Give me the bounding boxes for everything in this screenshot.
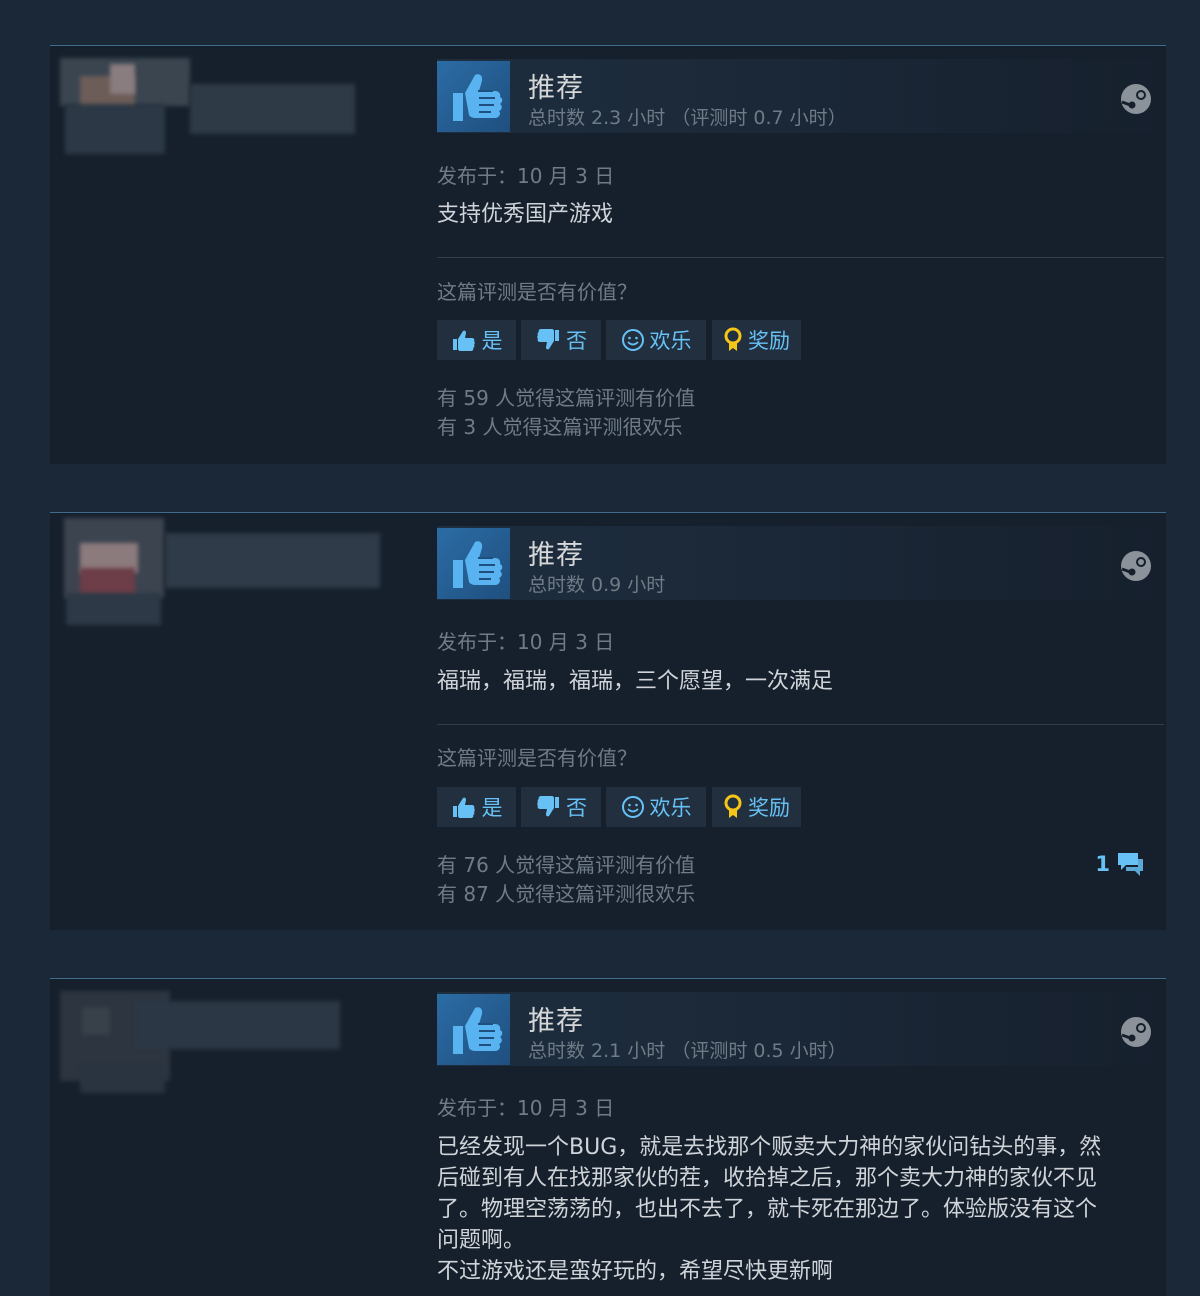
review-content: 已经发现一个BUG，就是去找那个贩卖大力神的家伙问钻头的事，然 后碰到有人在找那… (437, 1132, 1157, 1287)
comment-count-link[interactable]: 1 (1095, 849, 1146, 879)
smiley-icon (621, 329, 644, 351)
playtime: 总时数 2.3 小时 （评测时 0.7 小时） (528, 107, 847, 129)
review-content-line: 问题啊。 (437, 1228, 526, 1253)
vote-yes-label: 是 (481, 796, 503, 820)
avatar-username-pixelated[interactable] (50, 979, 410, 1109)
vote-stats: 有 59 人觉得这篇评测有价值 有 3 人觉得这篇评测很欢乐 (437, 384, 695, 442)
avatar-username-pixelated[interactable] (50, 513, 410, 643)
comment-count: 1 (1095, 852, 1110, 876)
award-label: 奖励 (748, 329, 790, 353)
award-icon (724, 327, 742, 351)
vote-no-label: 否 (566, 796, 587, 820)
thumbs-up-icon (437, 61, 510, 132)
review-content-line: 了。物理空荡荡的，也出不去了，就卡死在那边了。体验版没有这个 (437, 1197, 1098, 1222)
vote-yes-label: 是 (481, 329, 503, 353)
review-content-line: 已经发现一个BUG，就是去找那个贩卖大力神的家伙问钻头的事，然 (437, 1135, 1102, 1160)
steam-icon (1121, 1017, 1151, 1047)
thumbs-up-icon (452, 330, 475, 351)
vote-funny-label: 欢乐 (649, 796, 692, 820)
posted-date: 发布于：10 月 3 日 (437, 630, 615, 654)
vote-stats: 有 76 人觉得这篇评测有价值 有 87 人觉得这篇评测很欢乐 (437, 851, 695, 909)
review-content: 支持优秀国产游戏 (437, 202, 614, 227)
award-icon (724, 794, 742, 818)
thumbs-down-icon (537, 329, 559, 350)
thumbs-up-icon (437, 994, 510, 1065)
vote-yes-button[interactable]: 是 (437, 320, 516, 360)
smiley-icon (621, 796, 644, 818)
review-content-line: 不过游戏还是蛮好玩的，希望尽快更新啊 (437, 1259, 834, 1284)
posted-date: 发布于：10 月 3 日 (437, 164, 615, 188)
playtime: 总时数 2.1 小时 （评测时 0.5 小时） (528, 1040, 847, 1062)
helpful-question: 这篇评测是否有价值？ (437, 746, 637, 770)
review-content-line: 后碰到有人在找那家伙的茬，收拾掉之后，那个卖大力神的家伙不见 (437, 1166, 1098, 1191)
vote-no-button[interactable]: 否 (521, 320, 601, 360)
helpful-question: 这篇评测是否有价值？ (437, 280, 637, 304)
vote-no-button[interactable]: 否 (521, 787, 601, 827)
award-button[interactable]: 奖励 (712, 320, 801, 360)
award-label: 奖励 (748, 796, 790, 820)
review-content: 福瑞，福瑞，福瑞，三个愿望，一次满足 (437, 669, 834, 694)
review-card: 推荐 总时数 2.1 小时 （评测时 0.5 小时） 发布于：10 月 3 日 … (50, 978, 1166, 1296)
divider (437, 724, 1164, 725)
thumbs-up-icon (437, 528, 510, 599)
thumbs-down-icon (537, 796, 559, 817)
playtime: 总时数 0.9 小时 (528, 574, 666, 596)
vote-yes-button[interactable]: 是 (437, 787, 516, 827)
recommendation-title: 推荐 (528, 73, 584, 104)
vote-funny-button[interactable]: 欢乐 (606, 787, 706, 827)
steam-icon (1121, 551, 1151, 581)
helpful-count: 有 59 人觉得这篇评测有价值 (437, 386, 696, 410)
posted-date: 发布于：10 月 3 日 (437, 1096, 615, 1120)
review-card: 推荐 总时数 0.9 小时 发布于：10 月 3 日 福瑞，福瑞，福瑞，三个愿望… (50, 512, 1166, 930)
vote-no-label: 否 (566, 329, 587, 353)
award-button[interactable]: 奖励 (712, 787, 801, 827)
avatar-username-pixelated[interactable] (50, 46, 410, 176)
vote-funny-label: 欢乐 (649, 329, 692, 353)
recommendation-title: 推荐 (528, 540, 584, 571)
thumbs-up-icon (452, 797, 475, 818)
review-card: 推荐 总时数 2.3 小时 （评测时 0.7 小时） 发布于：10 月 3 日 … (50, 45, 1166, 464)
vote-header[interactable]: 推荐 总时数 2.1 小时 （评测时 0.5 小时） (437, 992, 1166, 1066)
recommendation-title: 推荐 (528, 1006, 584, 1037)
funny-count: 有 3 人觉得这篇评测很欢乐 (437, 415, 683, 439)
vote-header[interactable]: 推荐 总时数 2.3 小时 （评测时 0.7 小时） (437, 59, 1166, 133)
steam-icon (1121, 84, 1151, 114)
vote-funny-button[interactable]: 欢乐 (606, 320, 706, 360)
funny-count: 有 87 人觉得这篇评测很欢乐 (437, 882, 696, 906)
vote-header[interactable]: 推荐 总时数 0.9 小时 (437, 526, 1166, 600)
helpful-count: 有 76 人觉得这篇评测有价值 (437, 853, 696, 877)
comment-icon (1118, 853, 1143, 876)
divider (437, 257, 1164, 258)
